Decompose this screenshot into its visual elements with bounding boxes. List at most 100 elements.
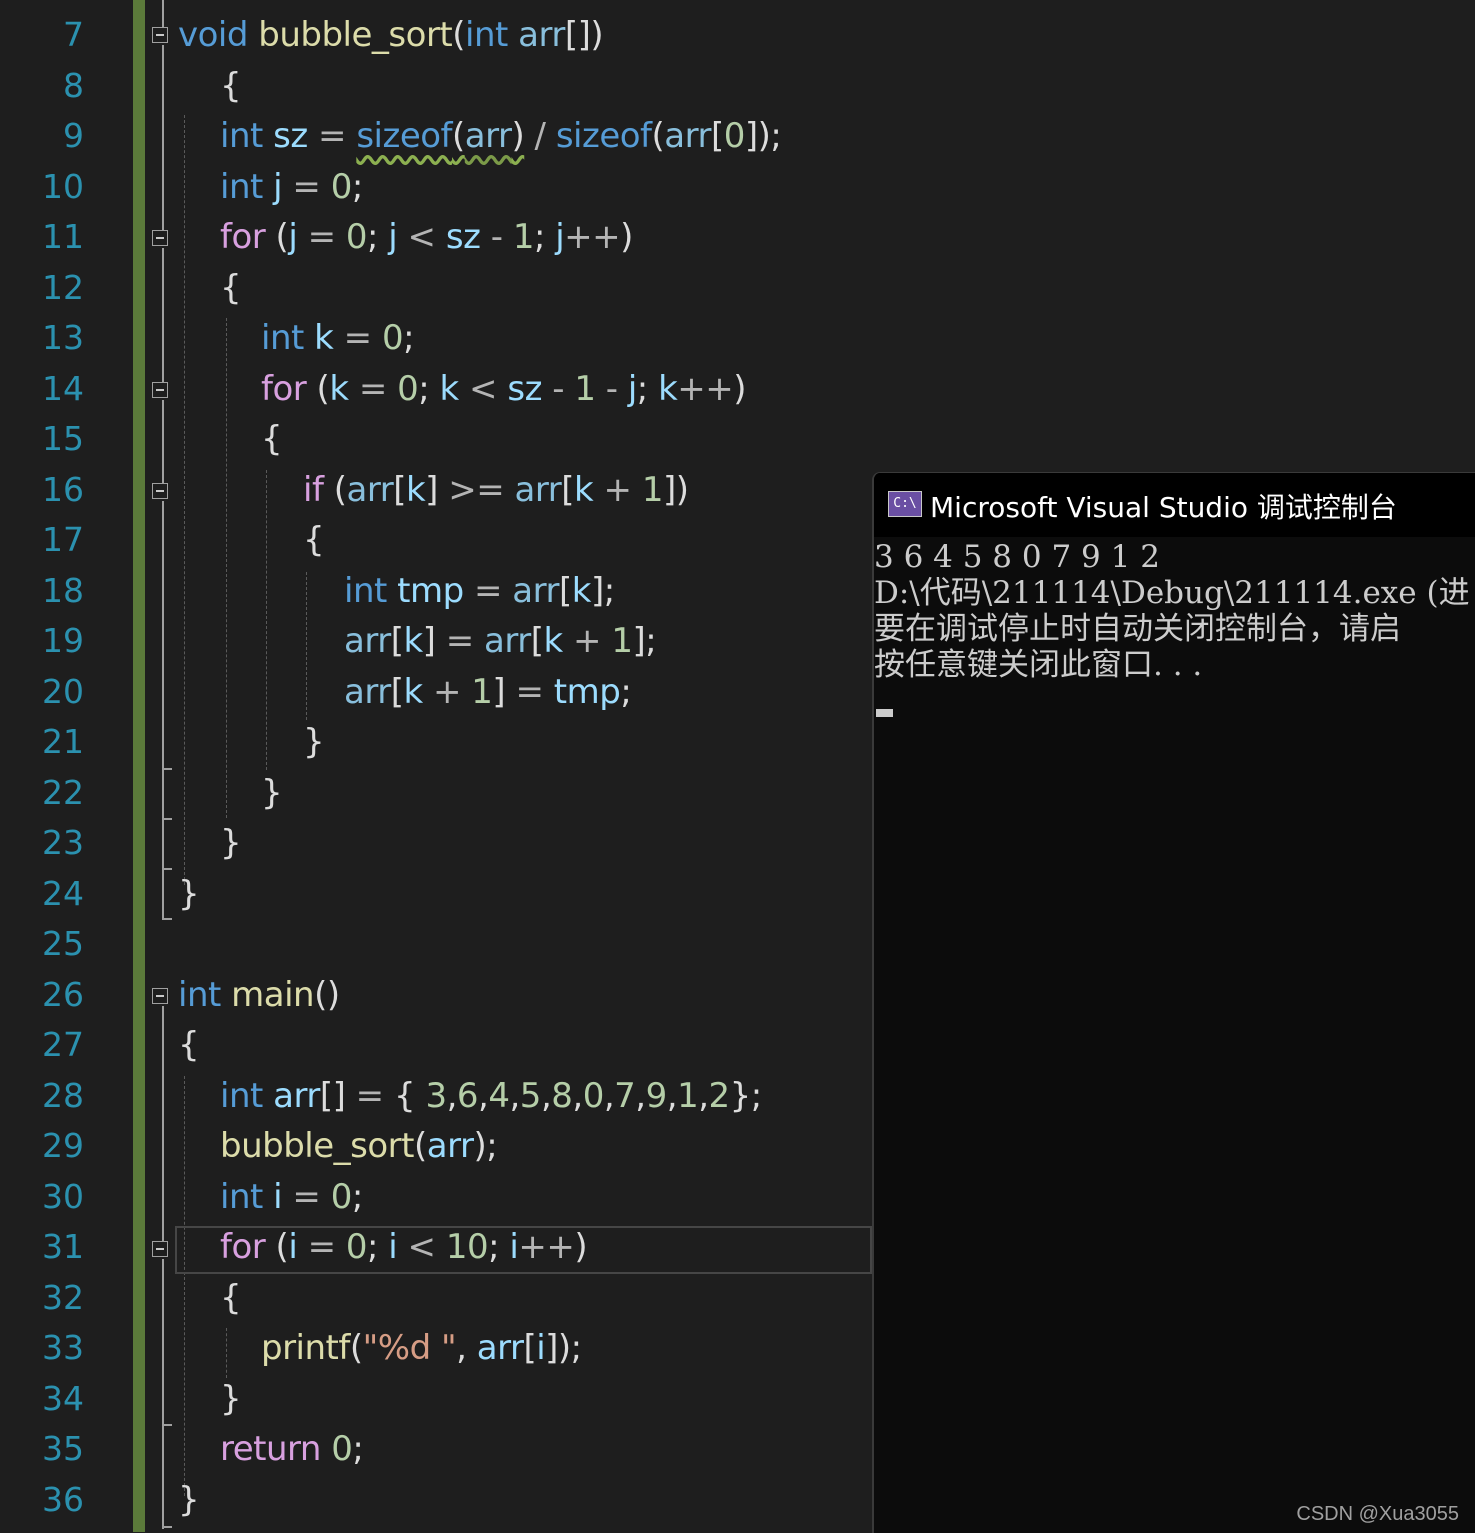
code-line: } [220, 818, 242, 868]
code-line: printf("%d ", arr[i]); [261, 1323, 582, 1373]
collapse-icon-for-loop[interactable] [152, 1241, 168, 1257]
code-line: } [303, 717, 325, 767]
collapse-icon-main[interactable] [152, 988, 168, 1004]
code-token: ]); [744, 116, 782, 156]
code-token: k [543, 621, 564, 661]
code-token: for [220, 1227, 266, 1267]
code-token: / [524, 116, 556, 156]
code-token: arr [484, 621, 531, 661]
line-number: 14 [42, 368, 84, 408]
line-number: 32 [42, 1277, 84, 1317]
code-line: if (arr[k] >= arr[k + 1]) [303, 465, 689, 515]
code-token: , [509, 1075, 520, 1116]
code-token: arr [476, 1328, 524, 1368]
collapse-icon-outer-for[interactable] [152, 230, 168, 246]
code-line: arr[k] = arr[k + 1]; [344, 616, 657, 666]
code-line: { [220, 61, 242, 111]
code-token: 4 [488, 1075, 510, 1116]
code-token: i [509, 1227, 519, 1267]
line-number: 13 [42, 318, 84, 357]
outline-line [162, 1259, 164, 1529]
code-token: int [465, 15, 508, 55]
code-token: k [574, 469, 594, 510]
code-token: arr [464, 116, 512, 156]
code-token: 0 [331, 1429, 353, 1469]
code-token: 5 [519, 1075, 542, 1116]
code-line: int i = 0; [220, 1172, 363, 1222]
code-token: ]); [545, 1328, 582, 1368]
code-token: , [478, 1075, 489, 1116]
code-line: { [178, 1020, 200, 1070]
code-token: main [231, 974, 315, 1015]
collapse-icon-if[interactable] [152, 483, 168, 499]
code-token: , [603, 1075, 615, 1116]
code-line: for (k = 0; k < sz - 1 - j; k++) [261, 364, 747, 414]
code-token: < [397, 217, 446, 257]
code-token: 8 [551, 1075, 573, 1116]
code-token: [ [561, 469, 574, 510]
code-token: ++ [564, 217, 621, 257]
line-number: 9 [63, 116, 84, 155]
code-token: { [393, 1075, 426, 1116]
code-token: { [220, 1277, 242, 1318]
outline-line [162, 501, 164, 919]
code-token: if [303, 469, 324, 510]
console-output-line: 要在调试停止时自动关闭控制台，请启 [874, 611, 1401, 647]
code-token: 1 [677, 1075, 699, 1116]
outline-end [162, 768, 172, 770]
line-number: 15 [42, 419, 84, 458]
code-token: 1 [641, 469, 664, 510]
code-token: arr [664, 116, 711, 156]
code-line: int main() [178, 970, 340, 1020]
code-token: , [446, 1075, 458, 1116]
code-token: ]; [590, 570, 615, 611]
line-number: 34 [42, 1378, 84, 1418]
code-token: ( [452, 15, 466, 55]
line-number: 12 [42, 267, 84, 307]
collapse-icon-bubble-sort[interactable] [152, 27, 168, 43]
code-token: ; [418, 368, 440, 409]
outline-line [162, 0, 164, 27]
code-token: arr [273, 1075, 320, 1116]
code-token: ]; [632, 621, 657, 661]
code-line: { [220, 263, 242, 313]
code-token: int [344, 570, 387, 611]
code-line: for (i = 0; i < 10; i++) [220, 1222, 588, 1272]
line-number: 33 [42, 1328, 84, 1367]
code-token: ); [473, 1126, 498, 1166]
code-token: j [273, 166, 283, 207]
code-token: i [536, 1328, 546, 1368]
console-title-bar[interactable]: C:\ Microsoft Visual Studio 调试控制台 [874, 473, 1475, 537]
debug-console-window[interactable]: C:\ Microsoft Visual Studio 调试控制台 3 6 4 … [872, 472, 1475, 1533]
code-token: ) [511, 116, 525, 156]
code-token: } [220, 1378, 242, 1419]
code-token: 7 [614, 1075, 636, 1116]
code-token: int [261, 318, 304, 358]
code-token: , [456, 1328, 477, 1368]
code-token: 1 [611, 621, 633, 661]
console-cursor [876, 709, 893, 717]
code-token: ) [574, 1227, 588, 1267]
code-token: 10 [445, 1227, 489, 1267]
outline-line [162, 400, 164, 483]
outline-end [162, 868, 172, 870]
code-token: i [388, 1227, 398, 1267]
code-line: int sz = sizeof(arr) / sizeof(arr[0]); [220, 111, 782, 161]
outline-end [162, 1424, 172, 1426]
code-token: ; [533, 217, 556, 257]
code-token: { [220, 65, 242, 106]
collapse-icon-inner-for[interactable] [152, 382, 168, 398]
code-token: 0 [330, 1176, 353, 1217]
code-token: i [288, 1227, 298, 1267]
outline-end [162, 918, 172, 920]
line-number: 21 [42, 722, 84, 761]
console-output-line: 按任意键关闭此窗口. . . [874, 647, 1203, 683]
console-output-line: 3 6 4 5 8 0 7 9 1 2 [874, 539, 1160, 575]
code-token: bubble_sort [220, 1126, 414, 1166]
code-token: }; [729, 1075, 763, 1116]
code-token: = [505, 671, 554, 712]
